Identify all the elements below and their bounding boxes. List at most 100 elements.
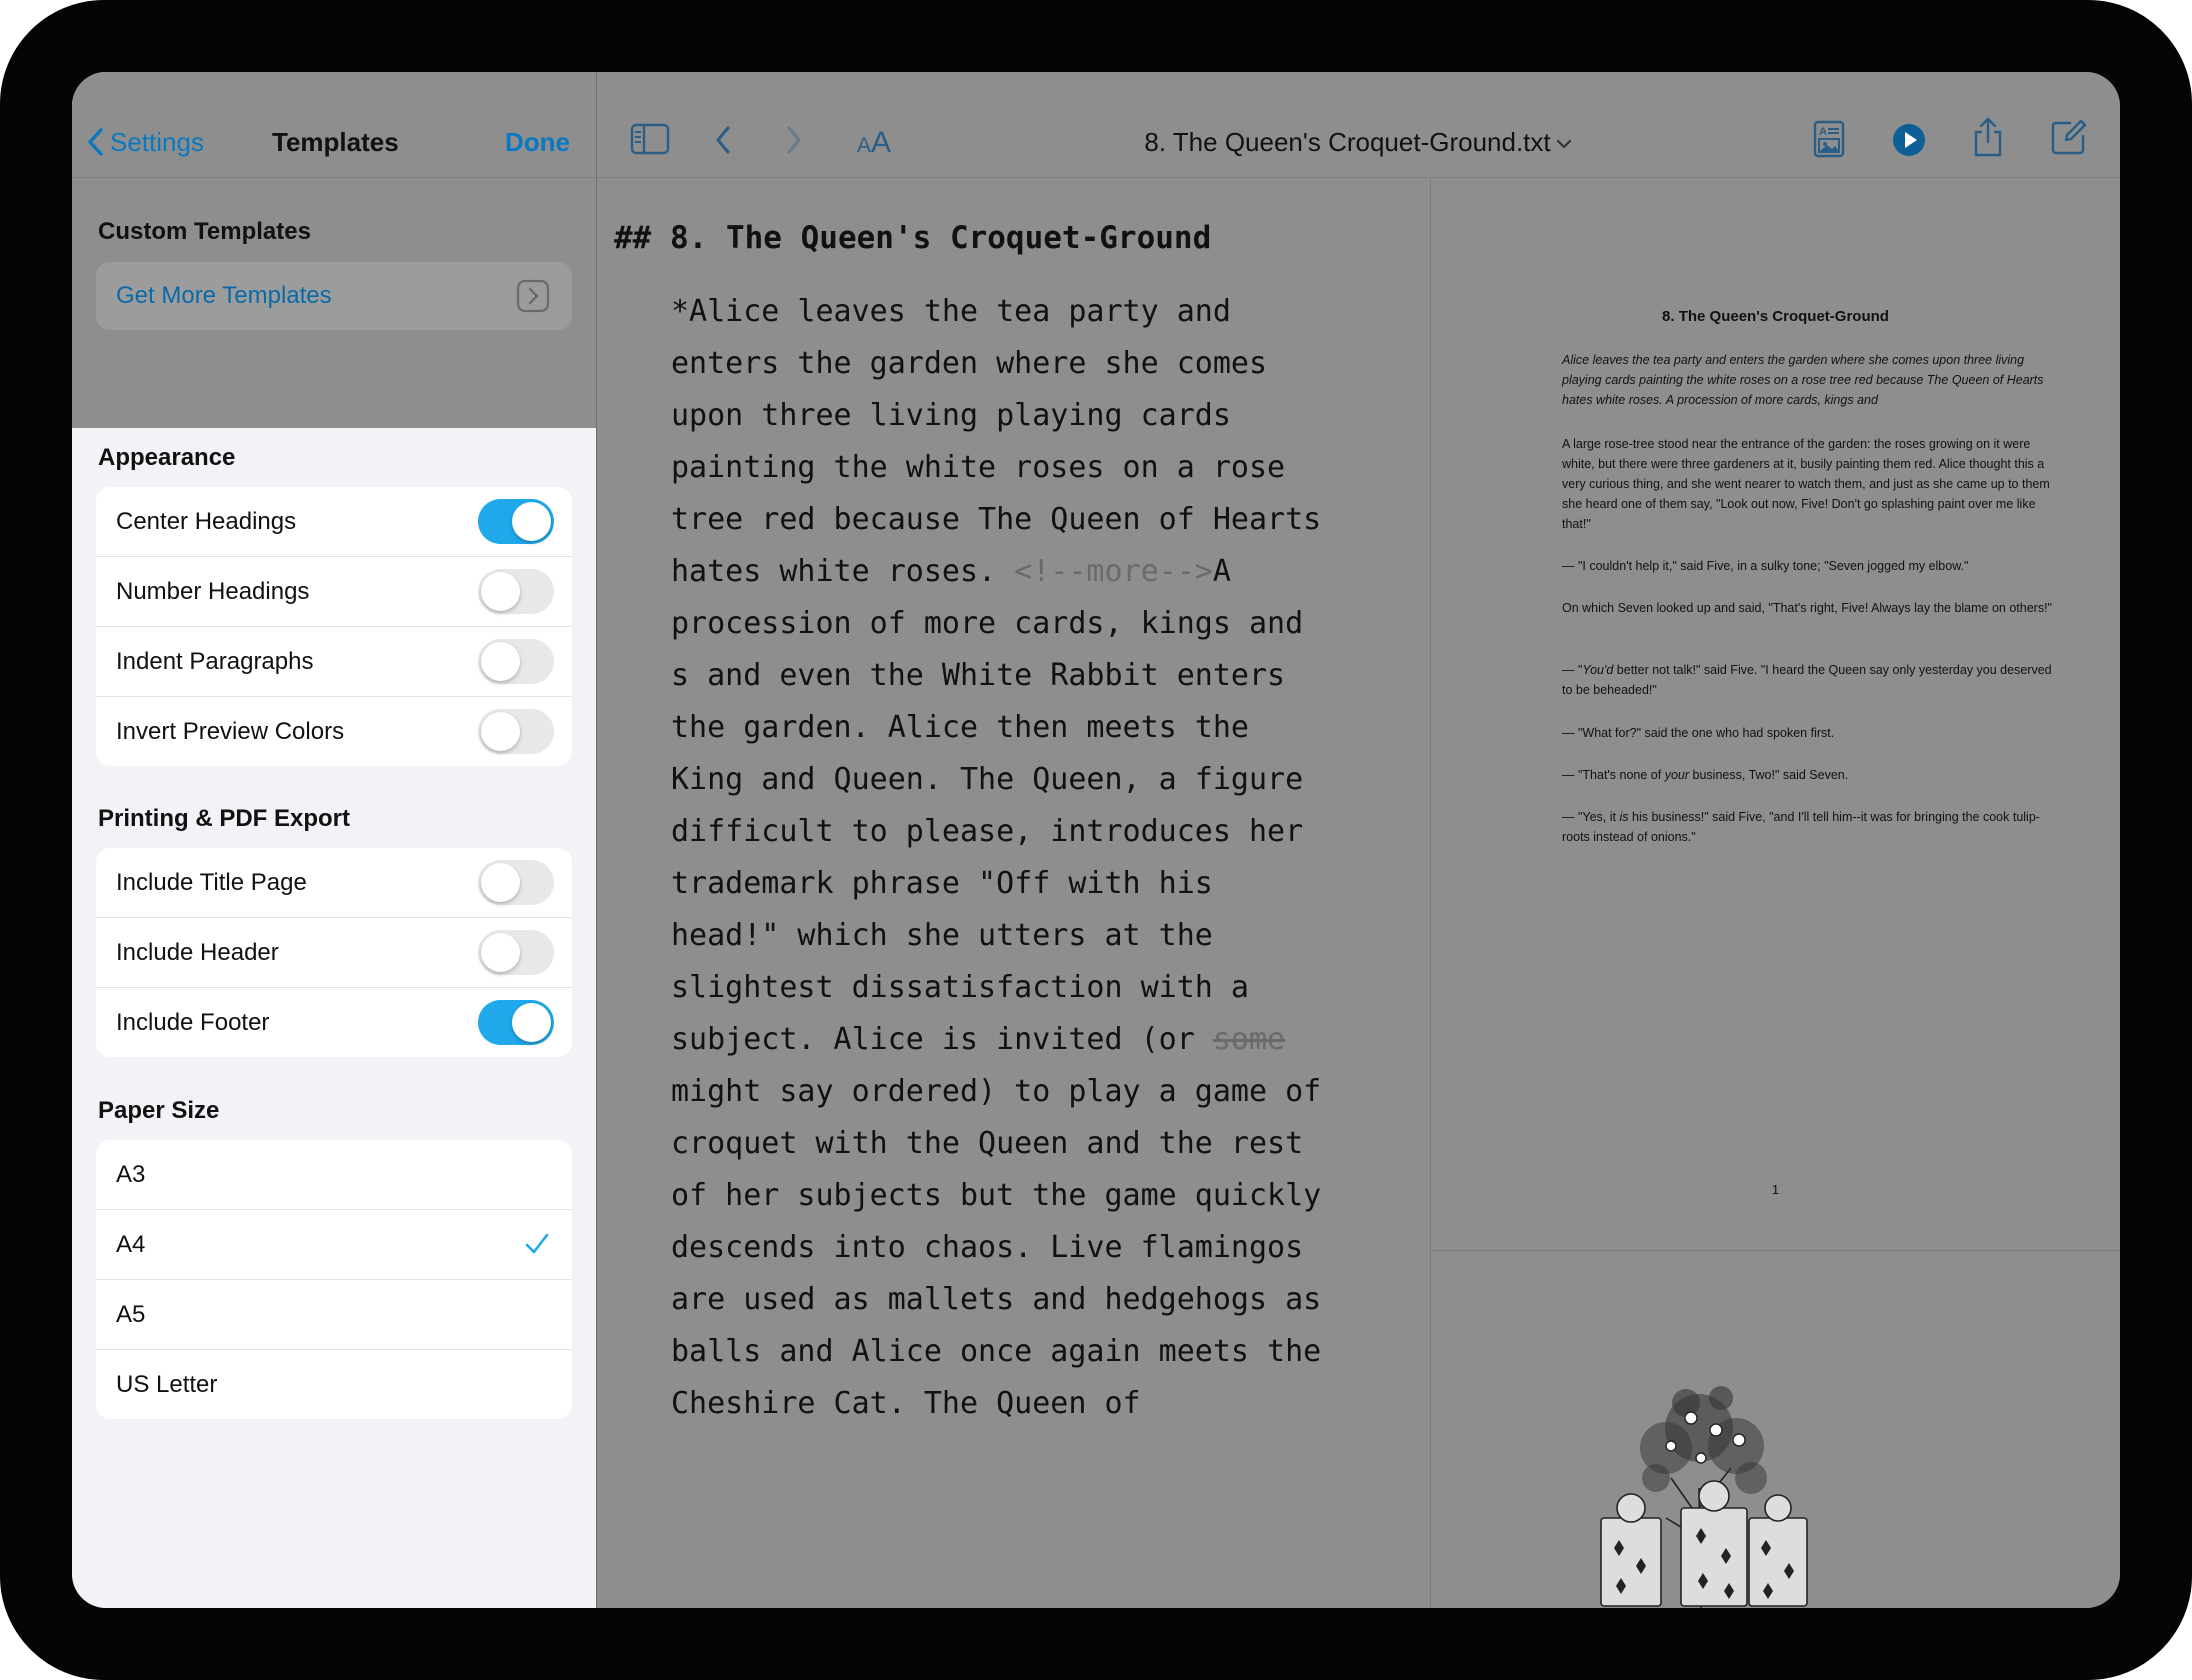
preview-intro: Alice leaves the tea party and enters th…	[1562, 350, 2052, 410]
editor-strikethrough: some	[1212, 1022, 1286, 1057]
paper-size-header: Paper Size	[98, 1097, 220, 1124]
back-label: Settings	[110, 126, 204, 157]
card-gardeners-illustration	[1600, 1386, 1808, 1608]
sidebar-title: Templates	[272, 127, 399, 157]
preview-intro-text: Alice leaves the tea party and enters th…	[1562, 353, 2044, 407]
preview-paragraph: — "That's none of your business, Two!" s…	[1562, 765, 2052, 785]
invert-preview-colors-toggle[interactable]	[478, 709, 554, 754]
preview-text: his business!" said Five, "and I'll tell…	[1562, 810, 2040, 844]
setting-label: Include Footer	[116, 1009, 270, 1036]
include-title-page-toggle[interactable]	[478, 860, 554, 905]
forward-chevron-icon[interactable]	[784, 124, 804, 156]
toggle-knob	[512, 1003, 551, 1042]
editor-text: *Alice leaves the tea party and enters t…	[671, 294, 1322, 589]
checkmark-icon	[525, 1233, 549, 1254]
toggle-knob	[481, 863, 520, 902]
editor-text: might say ordered) to play a game of cro…	[671, 1074, 1322, 1421]
setting-row-indent-paragraphs: Indent Paragraphs	[96, 627, 572, 697]
appearance-group: Center Headings Number Headings Indent P…	[96, 487, 572, 766]
preview-page-number: 1	[1771, 1182, 1780, 1197]
paper-option-a5[interactable]: A5	[96, 1280, 572, 1350]
setting-label: Number Headings	[116, 578, 310, 605]
paper-option-a4[interactable]: A4	[96, 1210, 572, 1280]
setting-row-number-headings: Number Headings	[96, 557, 572, 627]
device-bezel: Settings Templates Done Custom Templates…	[0, 0, 2192, 1680]
templates-sidebar: Settings Templates Done Custom Templates…	[72, 72, 596, 1608]
include-header-toggle[interactable]	[478, 930, 554, 975]
preview-paragraph: — "I couldn't help it," said Five, in a …	[1562, 559, 1969, 573]
preview-paragraph: — "You'd better not talk!" said Five. "I…	[1562, 660, 2052, 700]
svg-text:A: A	[871, 126, 891, 156]
chevron-down-icon	[1556, 140, 1571, 149]
editor-text: s and even the White Rabbit enters the g…	[671, 658, 1304, 1057]
toggle-knob	[481, 572, 520, 611]
preview-paragraph: A large rose-tree stood near the entranc…	[1562, 437, 2050, 531]
paper-option-us-letter[interactable]: US Letter	[96, 1350, 572, 1419]
preview-emphasis: your	[1664, 768, 1690, 782]
setting-row-include-footer: Include Footer	[96, 988, 572, 1057]
toggle-knob	[481, 933, 520, 972]
setting-label: Indent Paragraphs	[116, 648, 314, 675]
center-headings-toggle[interactable]	[478, 499, 554, 544]
setting-label: Include Title Page	[116, 869, 307, 896]
preview-emphasis: is	[1619, 810, 1629, 824]
share-icon[interactable]	[1971, 116, 2005, 158]
paper-option-label: A4	[116, 1231, 146, 1258]
toggle-knob	[481, 642, 520, 681]
setting-label: Invert Preview Colors	[116, 718, 345, 745]
svg-text:A: A	[857, 134, 871, 156]
setting-row-center-headings: Center Headings	[96, 487, 572, 557]
get-more-templates-label: Get More Templates	[116, 282, 332, 309]
document-title: 8. The Queen's Croquet-Ground.txt	[1144, 127, 1551, 157]
editor-heading: ## 8. The Queen's Croquet-Ground	[614, 220, 1212, 256]
sidebar-icon[interactable]	[630, 122, 670, 156]
font-size-icon[interactable]: AA	[856, 124, 896, 156]
back-chevron-icon[interactable]	[713, 124, 733, 156]
preview-paragraph: — "What for?" said the one who had spoke…	[1562, 726, 1835, 740]
preview-paragraph: — "Yes, it is his business!" said Five, …	[1562, 807, 2052, 847]
preview-emphasis: You'd	[1582, 663, 1614, 677]
preview-paragraph: On which Seven looked up and said, "That…	[1562, 601, 2052, 615]
paper-option-label: A3	[116, 1161, 146, 1188]
include-footer-toggle[interactable]	[478, 1000, 554, 1045]
templates-icon[interactable]: A	[1813, 120, 1845, 158]
text-editor[interactable]: ## 8. The Queen's Croquet-Ground *Alice …	[597, 178, 1430, 1608]
compose-icon[interactable]	[2050, 118, 2088, 156]
setting-row-include-title-page: Include Title Page	[96, 848, 572, 918]
preview-text: — "That's none of	[1562, 768, 1665, 782]
editor-body: *Alice leaves the tea party and enters t…	[671, 286, 1331, 1430]
document-preview[interactable]: 8. The Queen's Croquet-Ground Alice leav…	[1431, 178, 2120, 1608]
screen: Settings Templates Done Custom Templates…	[72, 72, 2120, 1608]
editor-comment: <!--more-->	[1014, 554, 1213, 589]
play-icon[interactable]	[1891, 122, 1927, 158]
setting-label: Include Header	[116, 939, 279, 966]
setting-row-invert-preview-colors: Invert Preview Colors	[96, 697, 572, 766]
toggle-knob	[512, 502, 551, 541]
paper-size-group: A3 A4 A5 US Letter	[96, 1140, 572, 1419]
paper-option-label: A5	[116, 1301, 146, 1328]
paper-option-label: US Letter	[116, 1371, 218, 1398]
preview-text: — "	[1562, 663, 1583, 677]
back-chevron-icon	[88, 128, 103, 156]
preview-title: 8. The Queen's Croquet-Ground	[1662, 308, 1889, 325]
chevron-right-square-icon	[516, 279, 550, 313]
toggle-knob	[481, 712, 520, 751]
setting-row-include-header: Include Header	[96, 918, 572, 988]
paper-option-a3[interactable]: A3	[96, 1140, 572, 1210]
preview-text: business, Two!" said Seven.	[1689, 768, 1849, 782]
svg-text:A: A	[1819, 126, 1827, 138]
printing-group: Include Title Page Include Header Includ…	[96, 848, 572, 1057]
get-more-templates-button[interactable]: Get More Templates	[96, 262, 572, 330]
done-button[interactable]: Done	[505, 119, 570, 165]
indent-paragraphs-toggle[interactable]	[478, 639, 554, 684]
printing-header: Printing & PDF Export	[98, 805, 350, 832]
custom-templates-header: Custom Templates	[98, 218, 311, 245]
page-break	[1431, 1250, 2120, 1251]
setting-label: Center Headings	[116, 508, 297, 535]
settings-back-button[interactable]: Settings	[86, 119, 204, 165]
preview-text: better not talk!" said Five. "I heard th…	[1562, 663, 2052, 697]
sidebar-nav-bar: Settings Templates Done	[72, 72, 596, 178]
appearance-header: Appearance	[98, 444, 236, 471]
preview-text: — "Yes, it	[1562, 810, 1620, 824]
number-headings-toggle[interactable]	[478, 569, 554, 614]
